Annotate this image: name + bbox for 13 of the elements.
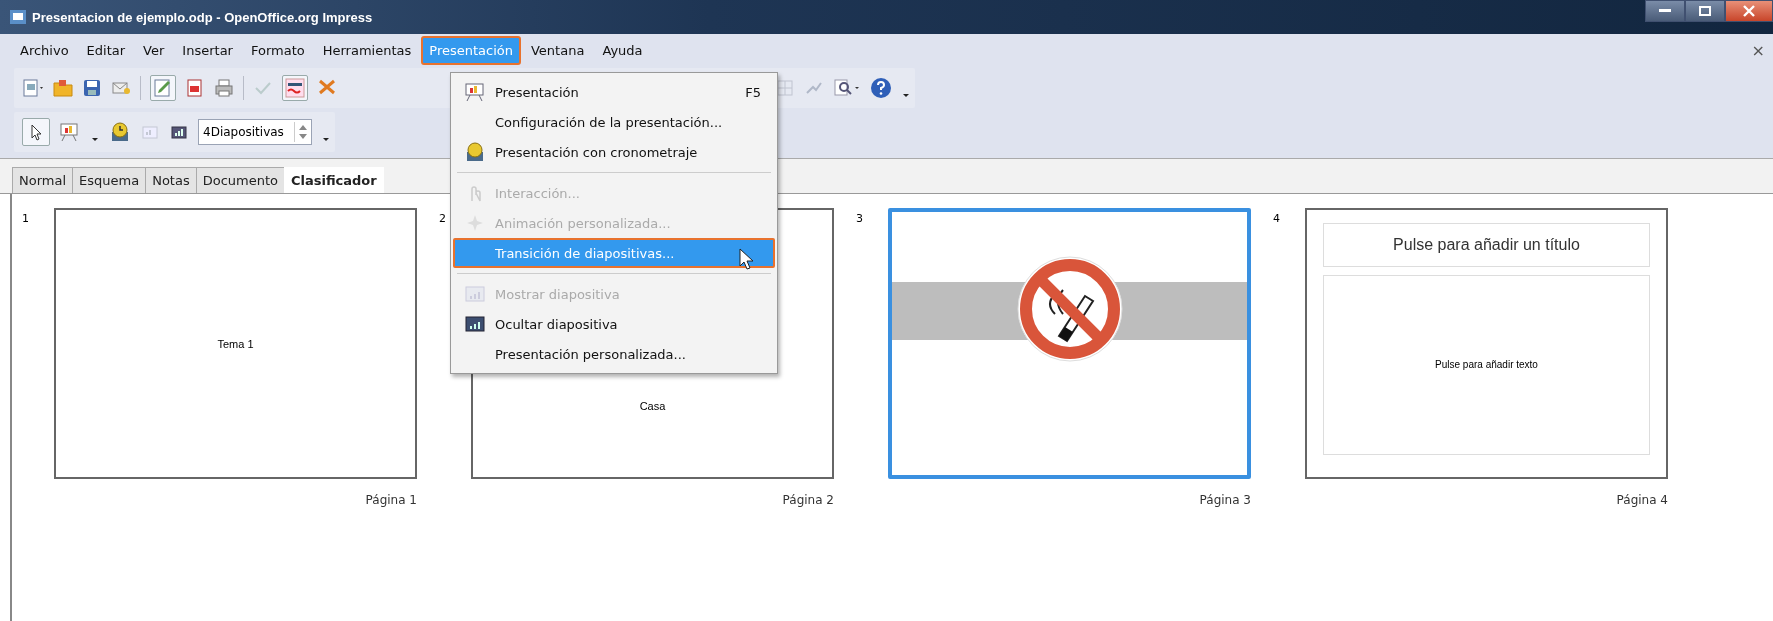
page-label: Página 1 [365,493,417,507]
slide-number: 3 [856,211,864,227]
page-label: Página 2 [782,493,834,507]
page-label: Página 3 [1199,493,1251,507]
slide-number: 4 [1273,211,1281,227]
title-placeholder: Pulse para añadir un título [1323,222,1650,267]
page-label: Página 4 [1616,493,1668,507]
text-placeholder: Pulse para añadir texto [1323,274,1650,455]
slide-text: Tema 1 [217,337,254,350]
slide-text: Casa [639,399,666,412]
slide-number: 1 [22,211,30,227]
window-title: Presentacion de ejemplo.odp - OpenOffice.org Impress [32,9,373,25]
slide-number: 2 [439,211,447,227]
